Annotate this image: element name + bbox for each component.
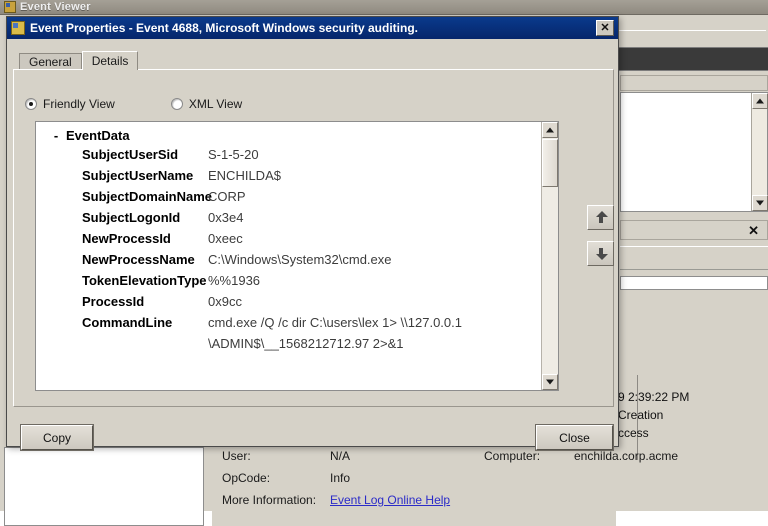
radio-selected-icon — [25, 98, 37, 110]
detail-row-user: User: — [222, 449, 251, 463]
dialog-close-button[interactable]: ✕ — [596, 20, 614, 36]
field-row-processid: ProcessId 0x9cc — [36, 294, 541, 315]
event-viewer-titlebar: Event Viewer — [0, 0, 768, 15]
event-list-pane[interactable] — [4, 447, 204, 526]
event-viewer-title: Event Viewer — [20, 1, 91, 13]
scrollbar-thumb[interactable] — [542, 139, 558, 187]
event-data-tree-content: - EventData SubjectUserSid S-1-5-20 Subj… — [36, 122, 541, 390]
actions-pane-header — [618, 30, 766, 48]
radio-xml-view[interactable]: XML View — [171, 97, 242, 111]
field-row-newprocessid: NewProcessId 0xeec — [36, 231, 541, 252]
close-button[interactable]: Close — [536, 425, 613, 450]
detail-value-user: N/A — [330, 449, 350, 463]
previous-event-button[interactable] — [587, 205, 614, 230]
event-detail-pane: User: N/A Computer: enchilda.corp.acme O… — [212, 447, 616, 526]
scroll-up-icon[interactable] — [752, 93, 768, 109]
detail-label-user: User: — [222, 449, 251, 463]
next-event-button[interactable] — [587, 241, 614, 266]
collapse-icon[interactable]: - — [50, 129, 62, 142]
detail-label-opcode: OpCode: — [222, 471, 270, 485]
event-viewer-icon — [4, 1, 16, 13]
down-arrow-icon — [594, 247, 607, 260]
field-row-subjectusername: SubjectUserName ENCHILDA$ — [36, 168, 541, 189]
detail-value-computer: enchilda.corp.acme — [574, 449, 678, 463]
scroll-down-icon[interactable] — [542, 374, 558, 390]
up-arrow-icon — [594, 211, 607, 224]
event-properties-dialog: Event Properties - Event 4688, Microsoft… — [6, 16, 619, 447]
event-data-scrollbar[interactable] — [541, 122, 558, 390]
event-log-online-help-link[interactable]: Event Log Online Help — [330, 493, 450, 507]
detail-value-opcode: Info — [330, 471, 350, 485]
tab-general[interactable]: General — [19, 53, 82, 70]
scroll-down-icon[interactable] — [752, 195, 768, 211]
clipped-logged-time: 9 2:39:22 PM — [618, 390, 689, 404]
actions-toolbar-strip — [616, 47, 768, 71]
field-row-subjectdomainname: SubjectDomainName CORP — [36, 189, 541, 210]
radio-unselected-icon — [171, 98, 183, 110]
close-icon: ✕ — [600, 23, 609, 34]
actions-list-header — [620, 75, 768, 91]
tree-node-label: EventData — [66, 128, 130, 143]
event-properties-icon — [11, 21, 25, 35]
actions-list-scrollbar[interactable] — [751, 93, 767, 211]
dialog-title: Event Properties - Event 4688, Microsoft… — [30, 21, 596, 35]
field-row-newprocessname: NewProcessName C:\Windows\System32\cmd.e… — [36, 252, 541, 273]
scroll-up-icon[interactable] — [542, 122, 558, 138]
actions-lower-field — [620, 276, 768, 290]
actions-list[interactable] — [620, 92, 768, 212]
clipped-keywords: ccess — [618, 426, 649, 440]
field-row-tokenelevationtype: TokenElevationType %%1936 — [36, 273, 541, 294]
actions-close-bar[interactable]: ✕ — [620, 220, 768, 240]
tree-node-eventdata[interactable]: - EventData — [36, 128, 541, 147]
field-row-subjectlogonid: SubjectLogonId 0x3e4 — [36, 210, 541, 231]
actions-lower-bar — [620, 246, 768, 270]
view-mode-radio-group: Friendly View XML View — [25, 97, 242, 111]
detail-label-computer: Computer: — [484, 449, 540, 463]
field-row-commandline-continuation: \ADMIN$\__1568212712.97 2>&1 — [36, 336, 541, 357]
dialog-titlebar: Event Properties - Event 4688, Microsoft… — [7, 17, 618, 39]
copy-button[interactable]: Copy — [21, 425, 93, 450]
radio-friendly-view[interactable]: Friendly View — [25, 97, 115, 111]
field-row-subjectusersid: SubjectUserSid S-1-5-20 — [36, 147, 541, 168]
clipped-task-category: Creation — [618, 408, 663, 422]
tab-strip: General Details — [19, 51, 138, 70]
clipped-event-summary: 9 2:39:22 PM Creation ccess — [616, 390, 768, 456]
event-data-tree[interactable]: - EventData SubjectUserSid S-1-5-20 Subj… — [35, 121, 559, 391]
field-row-commandline: CommandLine cmd.exe /Q /c dir C:\users\l… — [36, 315, 541, 336]
detail-label-more-information: More Information: — [222, 493, 316, 507]
close-icon[interactable]: ✕ — [748, 224, 759, 237]
tab-details[interactable]: Details — [82, 51, 139, 70]
